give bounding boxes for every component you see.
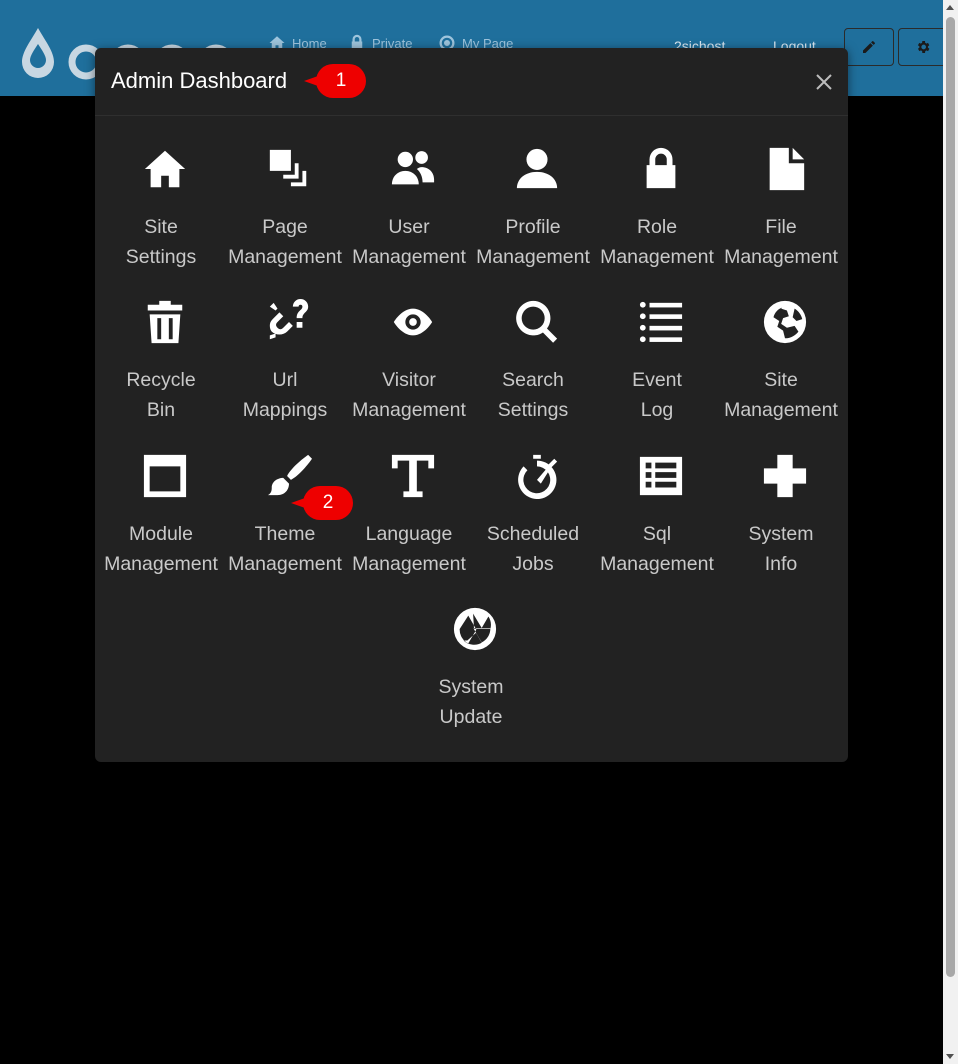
- tile-user-management[interactable]: User Management: [347, 116, 471, 268]
- edit-mode-button[interactable]: [844, 28, 894, 66]
- medical-cross-icon: [762, 453, 808, 499]
- tile-module-management[interactable]: Module Management: [99, 423, 223, 575]
- brush-icon: [266, 453, 312, 499]
- list-icon: [638, 299, 684, 345]
- tile-search-settings[interactable]: Search Settings: [471, 269, 595, 421]
- file-icon: [762, 146, 808, 192]
- pencil-icon: [863, 40, 875, 53]
- scroll-thumb[interactable]: [946, 17, 955, 977]
- timer-icon: [514, 453, 560, 499]
- tile-file-management[interactable]: File Management: [719, 116, 843, 268]
- tile-scheduled-jobs[interactable]: Scheduled Jobs: [471, 423, 595, 575]
- tile-site-settings[interactable]: Site Settings: [99, 116, 223, 268]
- tile-url-mappings[interactable]: Url Mappings: [223, 269, 347, 421]
- tile-profile-management[interactable]: Profile Management: [471, 116, 595, 268]
- globe-icon: [762, 299, 808, 345]
- tile-site-management[interactable]: Site Management: [719, 269, 843, 421]
- table-icon: [638, 453, 684, 499]
- annotation-callout-1: 1: [304, 64, 366, 98]
- tile-visitor-management[interactable]: Visitor Management: [347, 269, 471, 421]
- text-icon: [390, 453, 436, 499]
- aperture-icon: [452, 606, 498, 652]
- trash-icon: [142, 299, 188, 345]
- lock-icon: [638, 146, 684, 192]
- scroll-down-arrow[interactable]: [946, 1054, 954, 1059]
- gear-icon: [917, 41, 930, 53]
- tile-role-management[interactable]: Role Management: [595, 116, 719, 268]
- close-button[interactable]: [814, 72, 834, 92]
- tile-system-info[interactable]: System Info: [719, 423, 843, 575]
- person-icon: [514, 146, 560, 192]
- people-icon: [390, 146, 436, 192]
- eye-icon: [390, 299, 436, 345]
- tile-event-log[interactable]: Event Log: [595, 269, 719, 421]
- window-icon: [142, 453, 188, 499]
- annotation-callout-2: 2: [291, 486, 353, 520]
- page-scrollbar[interactable]: [943, 0, 958, 1064]
- magnifier-icon: [514, 299, 560, 345]
- close-icon: [816, 74, 832, 90]
- scroll-up-arrow[interactable]: [946, 5, 954, 10]
- layers-icon: [266, 146, 312, 192]
- tile-language-management[interactable]: Language Management: [347, 423, 471, 575]
- tile-sql-management[interactable]: Sql Management: [595, 423, 719, 575]
- admin-dashboard-modal: Admin Dashboard Site Settings Page Managem…: [95, 48, 848, 762]
- link-question-icon: [266, 299, 312, 345]
- control-panel-button[interactable]: [898, 28, 948, 66]
- home-icon: [142, 146, 188, 192]
- tile-system-update[interactable]: System Update: [409, 576, 533, 728]
- tile-page-management[interactable]: Page Management: [223, 116, 347, 268]
- tile-recycle-bin[interactable]: Recycle Bin: [99, 269, 223, 421]
- modal-title: Admin Dashboard: [111, 68, 288, 93]
- modal-header: Admin Dashboard: [95, 48, 848, 116]
